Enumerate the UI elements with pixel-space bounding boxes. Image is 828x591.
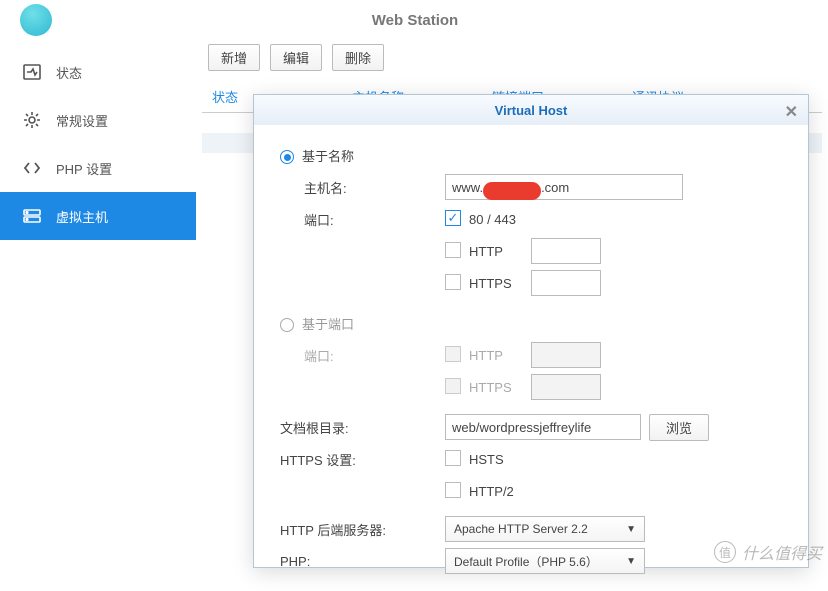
sidebar-label: 状态 [56,63,82,82]
port-based-label: 基于端口 [302,314,354,333]
php-select[interactable]: Default Profile（PHP 5.6） ▼ [445,548,645,574]
code-icon [22,158,42,178]
app-logo-icon [20,4,52,36]
sidebar: 状态 常规设置 PHP 设置 虚拟主机 [0,40,196,570]
http-port-input-disabled [531,342,601,368]
virtual-host-dialog: Virtual Host ✕ 基于名称 主机名: www. .com 端口: ✓… [253,94,809,568]
sidebar-item-general[interactable]: 常规设置 [0,96,196,144]
docroot-input[interactable] [445,414,641,440]
https-set-label: HTTPS 设置: [280,450,445,469]
https-port-input-disabled [531,374,601,400]
sidebar-item-php[interactable]: PHP 设置 [0,144,196,192]
hsts-label: HSTS [469,452,504,467]
port-80443-label: 80 / 443 [469,212,516,227]
https-label: HTTPS [469,276,525,291]
radio-port-based[interactable] [280,318,294,332]
hostname-input[interactable]: www. .com [445,174,683,200]
watermark-icon: 值 [714,541,736,563]
http-port-input[interactable] [531,238,601,264]
checkbox-https[interactable] [445,274,461,290]
port-label-2: 端口: [280,346,445,365]
backend-select[interactable]: Apache HTTP Server 2.2 ▼ [445,516,645,542]
http2-label: HTTP/2 [469,484,514,499]
watermark: 值 什么值得买 [714,540,822,564]
browse-button[interactable]: 浏览 [649,414,709,441]
checkbox-80-443[interactable]: ✓ [445,210,461,226]
https-port-input[interactable] [531,270,601,296]
checkbox-http[interactable] [445,242,461,258]
docroot-label: 文档根目录: [280,418,445,437]
status-icon [22,62,42,82]
radio-name-based[interactable] [280,150,294,164]
edit-button[interactable]: 编辑 [270,44,322,71]
close-icon[interactable]: ✕ [785,102,798,122]
checkbox-hsts[interactable] [445,450,461,466]
checkbox-https-disabled [445,378,461,394]
sidebar-item-vhost[interactable]: 虚拟主机 [0,192,196,240]
sidebar-label: PHP 设置 [56,159,112,178]
chevron-down-icon: ▼ [626,556,636,567]
https-label-2: HTTPS [469,380,525,395]
delete-button[interactable]: 删除 [332,44,384,71]
port-label: 端口: [280,210,445,229]
checkbox-http2[interactable] [445,482,461,498]
name-based-label: 基于名称 [302,146,354,165]
redacted-icon [483,182,541,200]
vhost-icon [22,206,42,226]
sidebar-label: 虚拟主机 [56,207,108,226]
hostname-label: 主机名: [280,178,445,197]
gear-icon [22,110,42,130]
chevron-down-icon: ▼ [626,524,636,535]
http-label: HTTP [469,244,525,259]
add-button[interactable]: 新增 [208,44,260,71]
sidebar-label: 常规设置 [56,111,108,130]
dialog-title: Virtual Host [495,103,568,118]
php-label: PHP: [280,554,445,569]
app-title: Web Station [72,12,758,29]
sidebar-item-status[interactable]: 状态 [0,48,196,96]
backend-label: HTTP 后端服务器: [280,520,445,539]
http-label-2: HTTP [469,348,525,363]
checkbox-http-disabled [445,346,461,362]
